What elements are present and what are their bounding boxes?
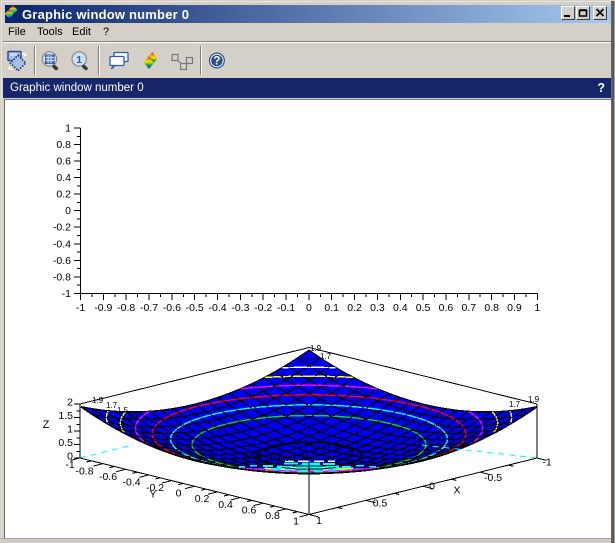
svg-text:1: 1 [65, 123, 71, 135]
svg-text:0: 0 [65, 205, 71, 217]
svg-text:-0.2: -0.2 [254, 302, 272, 314]
svg-text:0.3: 0.3 [285, 454, 297, 463]
svg-text:0.1: 0.1 [324, 302, 339, 314]
svg-text:0.5: 0.5 [373, 498, 388, 510]
svg-text:-0.6: -0.6 [53, 255, 71, 267]
svg-text:0.3: 0.3 [370, 302, 385, 314]
svg-text:0.2: 0.2 [195, 493, 210, 505]
svg-text:1.5: 1.5 [58, 410, 73, 422]
svg-text:0.9: 0.9 [244, 451, 256, 460]
svg-text:-0.4: -0.4 [53, 238, 71, 250]
svg-text:0.8: 0.8 [265, 510, 280, 522]
svg-text:1.7: 1.7 [320, 352, 332, 361]
svg-text:-0.7: -0.7 [140, 302, 158, 314]
svg-text:-0.5: -0.5 [186, 302, 204, 314]
svg-text:?: ? [213, 56, 220, 68]
svg-text:-1: -1 [542, 457, 551, 469]
svg-text:0.2: 0.2 [347, 302, 362, 314]
svg-text:1.7: 1.7 [509, 400, 521, 409]
svg-text:0.6: 0.6 [56, 156, 71, 168]
svg-text:X: X [453, 484, 460, 496]
svg-text:-0.5: -0.5 [484, 472, 502, 484]
svg-text:0: 0 [176, 488, 182, 500]
svg-text:-0.4: -0.4 [208, 302, 226, 314]
svg-text:0: 0 [306, 302, 312, 314]
svg-text:0.8: 0.8 [484, 302, 499, 314]
svg-text:-0.3: -0.3 [231, 302, 249, 314]
svg-text:0.5: 0.5 [58, 437, 73, 449]
svg-text:Z: Z [43, 419, 50, 431]
svg-text:1: 1 [76, 54, 82, 66]
svg-text:0.7: 0.7 [258, 452, 270, 461]
svg-text:1: 1 [293, 516, 299, 528]
svg-text:1: 1 [316, 515, 322, 527]
svg-text:1.9: 1.9 [92, 396, 104, 405]
svg-text:0.4: 0.4 [393, 302, 408, 314]
svg-text:2: 2 [67, 397, 73, 409]
svg-text:-0.8: -0.8 [117, 302, 135, 314]
svg-text:-1: -1 [62, 288, 71, 300]
svg-text:1: 1 [534, 302, 540, 314]
svg-text:0.5: 0.5 [271, 453, 283, 462]
svg-text:-0.8: -0.8 [53, 271, 71, 283]
svg-text:0.4: 0.4 [56, 172, 71, 184]
svg-text:1.7: 1.7 [106, 401, 118, 410]
svg-text:-1: -1 [65, 459, 74, 471]
svg-text:1.3: 1.3 [327, 445, 339, 454]
svg-text:0.1: 0.1 [299, 453, 311, 462]
svg-text:0.8: 0.8 [56, 139, 71, 151]
svg-text:1: 1 [67, 424, 73, 436]
svg-text:0.2: 0.2 [56, 189, 71, 201]
svg-text:0.6: 0.6 [242, 504, 257, 516]
svg-text:-1: -1 [76, 302, 85, 314]
svg-text:1.5: 1.5 [343, 450, 355, 459]
svg-text:-0.6: -0.6 [99, 471, 117, 483]
svg-text:1.3: 1.3 [127, 411, 139, 420]
svg-text:Y: Y [149, 489, 156, 501]
svg-text:1.9: 1.9 [528, 395, 540, 404]
svg-text:-0.4: -0.4 [122, 477, 140, 489]
svg-text:0.9: 0.9 [507, 302, 522, 314]
svg-text:0.5: 0.5 [416, 302, 431, 314]
svg-text:-0.8: -0.8 [75, 466, 93, 478]
svg-text:0.7: 0.7 [461, 302, 476, 314]
svg-text:-0.2: -0.2 [53, 222, 71, 234]
svg-text:0: 0 [429, 481, 435, 493]
svg-text:-0.6: -0.6 [163, 302, 181, 314]
svg-text:1.1: 1.1 [313, 447, 325, 456]
svg-text:0.4: 0.4 [218, 499, 233, 511]
svg-text:-0.9: -0.9 [94, 302, 112, 314]
svg-text:-0.1: -0.1 [277, 302, 295, 314]
svg-text:0.6: 0.6 [439, 302, 454, 314]
